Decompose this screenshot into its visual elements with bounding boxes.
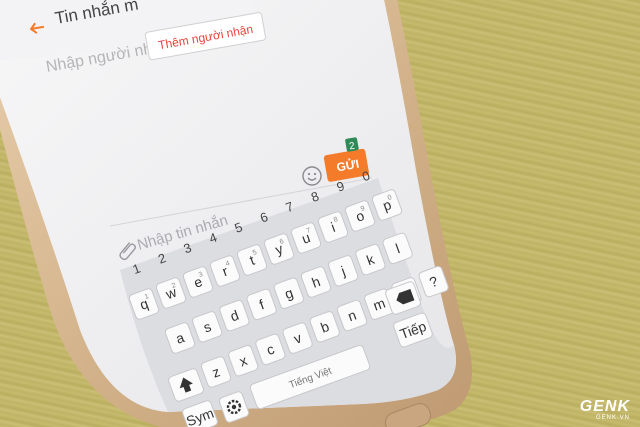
watermark-site: GENK.VN: [595, 415, 630, 421]
watermark-brand: GENK: [579, 398, 630, 415]
photo-scene: Tin nhắn m Nhập người nhận Thêm người nh…: [0, 0, 473, 427]
watermark: GENK GENK.VN: [579, 398, 630, 422]
